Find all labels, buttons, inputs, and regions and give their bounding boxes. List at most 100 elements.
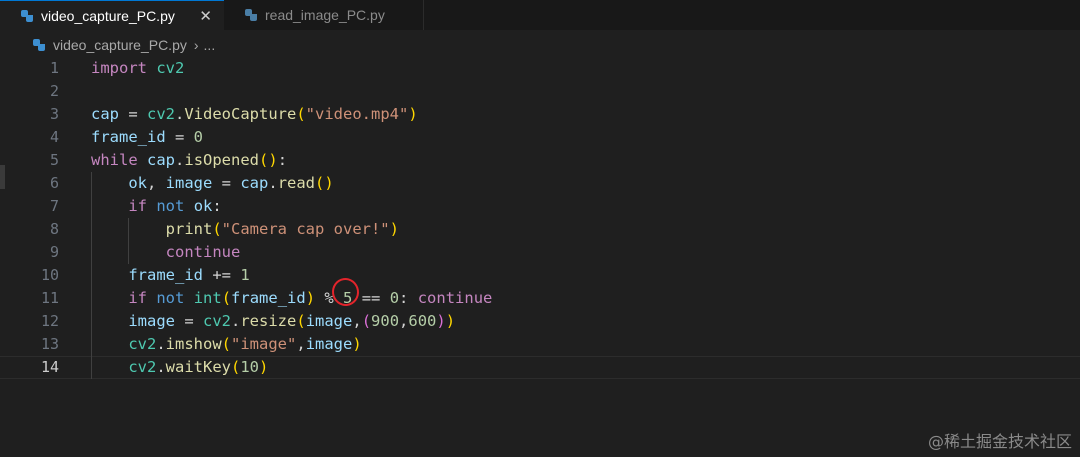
code-line[interactable]: 4 frame_id = 0 [0,126,1080,149]
code-token: imshow [165,335,222,353]
code-token: () [315,174,334,192]
code-text: image = cv2.resize(image,(900,600)) [91,310,455,333]
code-line[interactable]: 14 cv2.waitKey(10) [0,356,1080,379]
code-token: ok [193,197,213,215]
code-token: ( [212,220,222,238]
code-token: cap [147,151,176,169]
code-token: ) [445,312,456,330]
close-icon[interactable]: ✕ [199,7,212,25]
code-token: ) [352,335,362,353]
code-token: . [231,312,241,330]
code-token: . [175,105,185,123]
code-token: not [156,197,185,215]
code-text: if not int(frame_id) % 5 == 0: continue [91,287,492,310]
code-line[interactable]: 1 import cv2 [0,57,1080,80]
code-token: = [165,128,194,146]
code-text: continue [91,241,241,264]
code-token: ( [296,312,306,330]
code-line[interactable]: 13 cv2.imshow("image",image) [0,333,1080,356]
code-token: image [305,312,353,330]
code-token: frame_id [128,266,203,284]
code-token: ( [221,335,232,353]
code-text: cv2.imshow("image",image) [91,333,362,356]
code-token: : [212,197,222,215]
code-token: += [202,266,241,284]
code-line[interactable]: 7 if not ok: [0,195,1080,218]
code-text: if not ok: [91,195,222,218]
code-line[interactable]: 11 if not int(frame_id) % 5 == 0: contin… [0,287,1080,310]
line-number: 5 [49,151,59,169]
line-number: 4 [49,128,59,146]
code-line[interactable]: 6 ok, image = cap.read() [0,172,1080,195]
line-number: 11 [40,289,59,307]
line-number: 9 [49,243,59,261]
code-line[interactable]: 3 cap = cv2.VideoCapture("video.mp4") [0,103,1080,126]
code-text: cv2.waitKey(10) [91,356,268,379]
breadcrumb: video_capture_PC.py › ... [32,34,215,56]
code-token: if [128,197,147,215]
code-line[interactable]: 2 [0,80,1080,103]
code-token: = [175,312,203,330]
code-token: int [193,289,222,307]
code-token: cv2 [147,105,175,123]
line-number: 12 [40,312,59,330]
code-token: read [277,174,316,192]
code-token: frame_id [231,289,306,307]
code-token: 0 [193,128,203,146]
code-token: () [259,151,278,169]
code-token: image [128,312,175,330]
tab-video-capture[interactable]: video_capture_PC.py ✕ [0,0,224,30]
code-token: 10 [240,358,260,376]
code-token: , [399,312,409,330]
code-token: image [305,335,353,353]
line-number: 1 [49,59,59,77]
code-text: frame_id = 0 [91,126,203,149]
code-token: , [296,335,306,353]
code-line[interactable]: 8 print("Camera cap over!") [0,218,1080,241]
code-token: 900 [371,312,400,330]
code-token: = [212,174,241,192]
code-token: cap [91,105,119,123]
code-token: ( [231,358,241,376]
code-line[interactable]: 10 frame_id += 1 [0,264,1080,287]
code-token: "image" [231,335,297,353]
code-token: 0 [389,289,400,307]
python-file-icon [244,8,258,22]
code-text: frame_id += 1 [91,264,249,287]
breadcrumb-file[interactable]: video_capture_PC.py [53,37,187,53]
code-token: cap [240,174,269,192]
code-token: resize [240,312,297,330]
code-token: . [268,174,278,192]
code-token: print [165,220,213,238]
code-token: ) [389,220,399,238]
code-line[interactable]: 12 image = cv2.resize(image,(900,600)) [0,310,1080,333]
line-number: 10 [40,266,59,284]
code-token: while [91,151,138,169]
tab-label: video_capture_PC.py [41,7,175,24]
tab-read-image[interactable]: read_image_PC.py [224,0,424,30]
code-token: : [277,151,288,169]
code-token: . [156,358,166,376]
breadcrumb-more[interactable]: ... [204,37,216,53]
code-token: if [128,289,147,307]
code-line[interactable]: 5 while cap.isOpened(): [0,149,1080,172]
code-token: frame_id [91,128,166,146]
code-line[interactable]: 9 continue [0,241,1080,264]
code-token: waitKey [165,358,231,376]
code-token: ok [128,174,147,192]
code-token: ( [296,105,306,123]
code-token: ) [305,289,316,307]
line-number: 6 [49,174,59,192]
code-token: cv2 [128,358,157,376]
